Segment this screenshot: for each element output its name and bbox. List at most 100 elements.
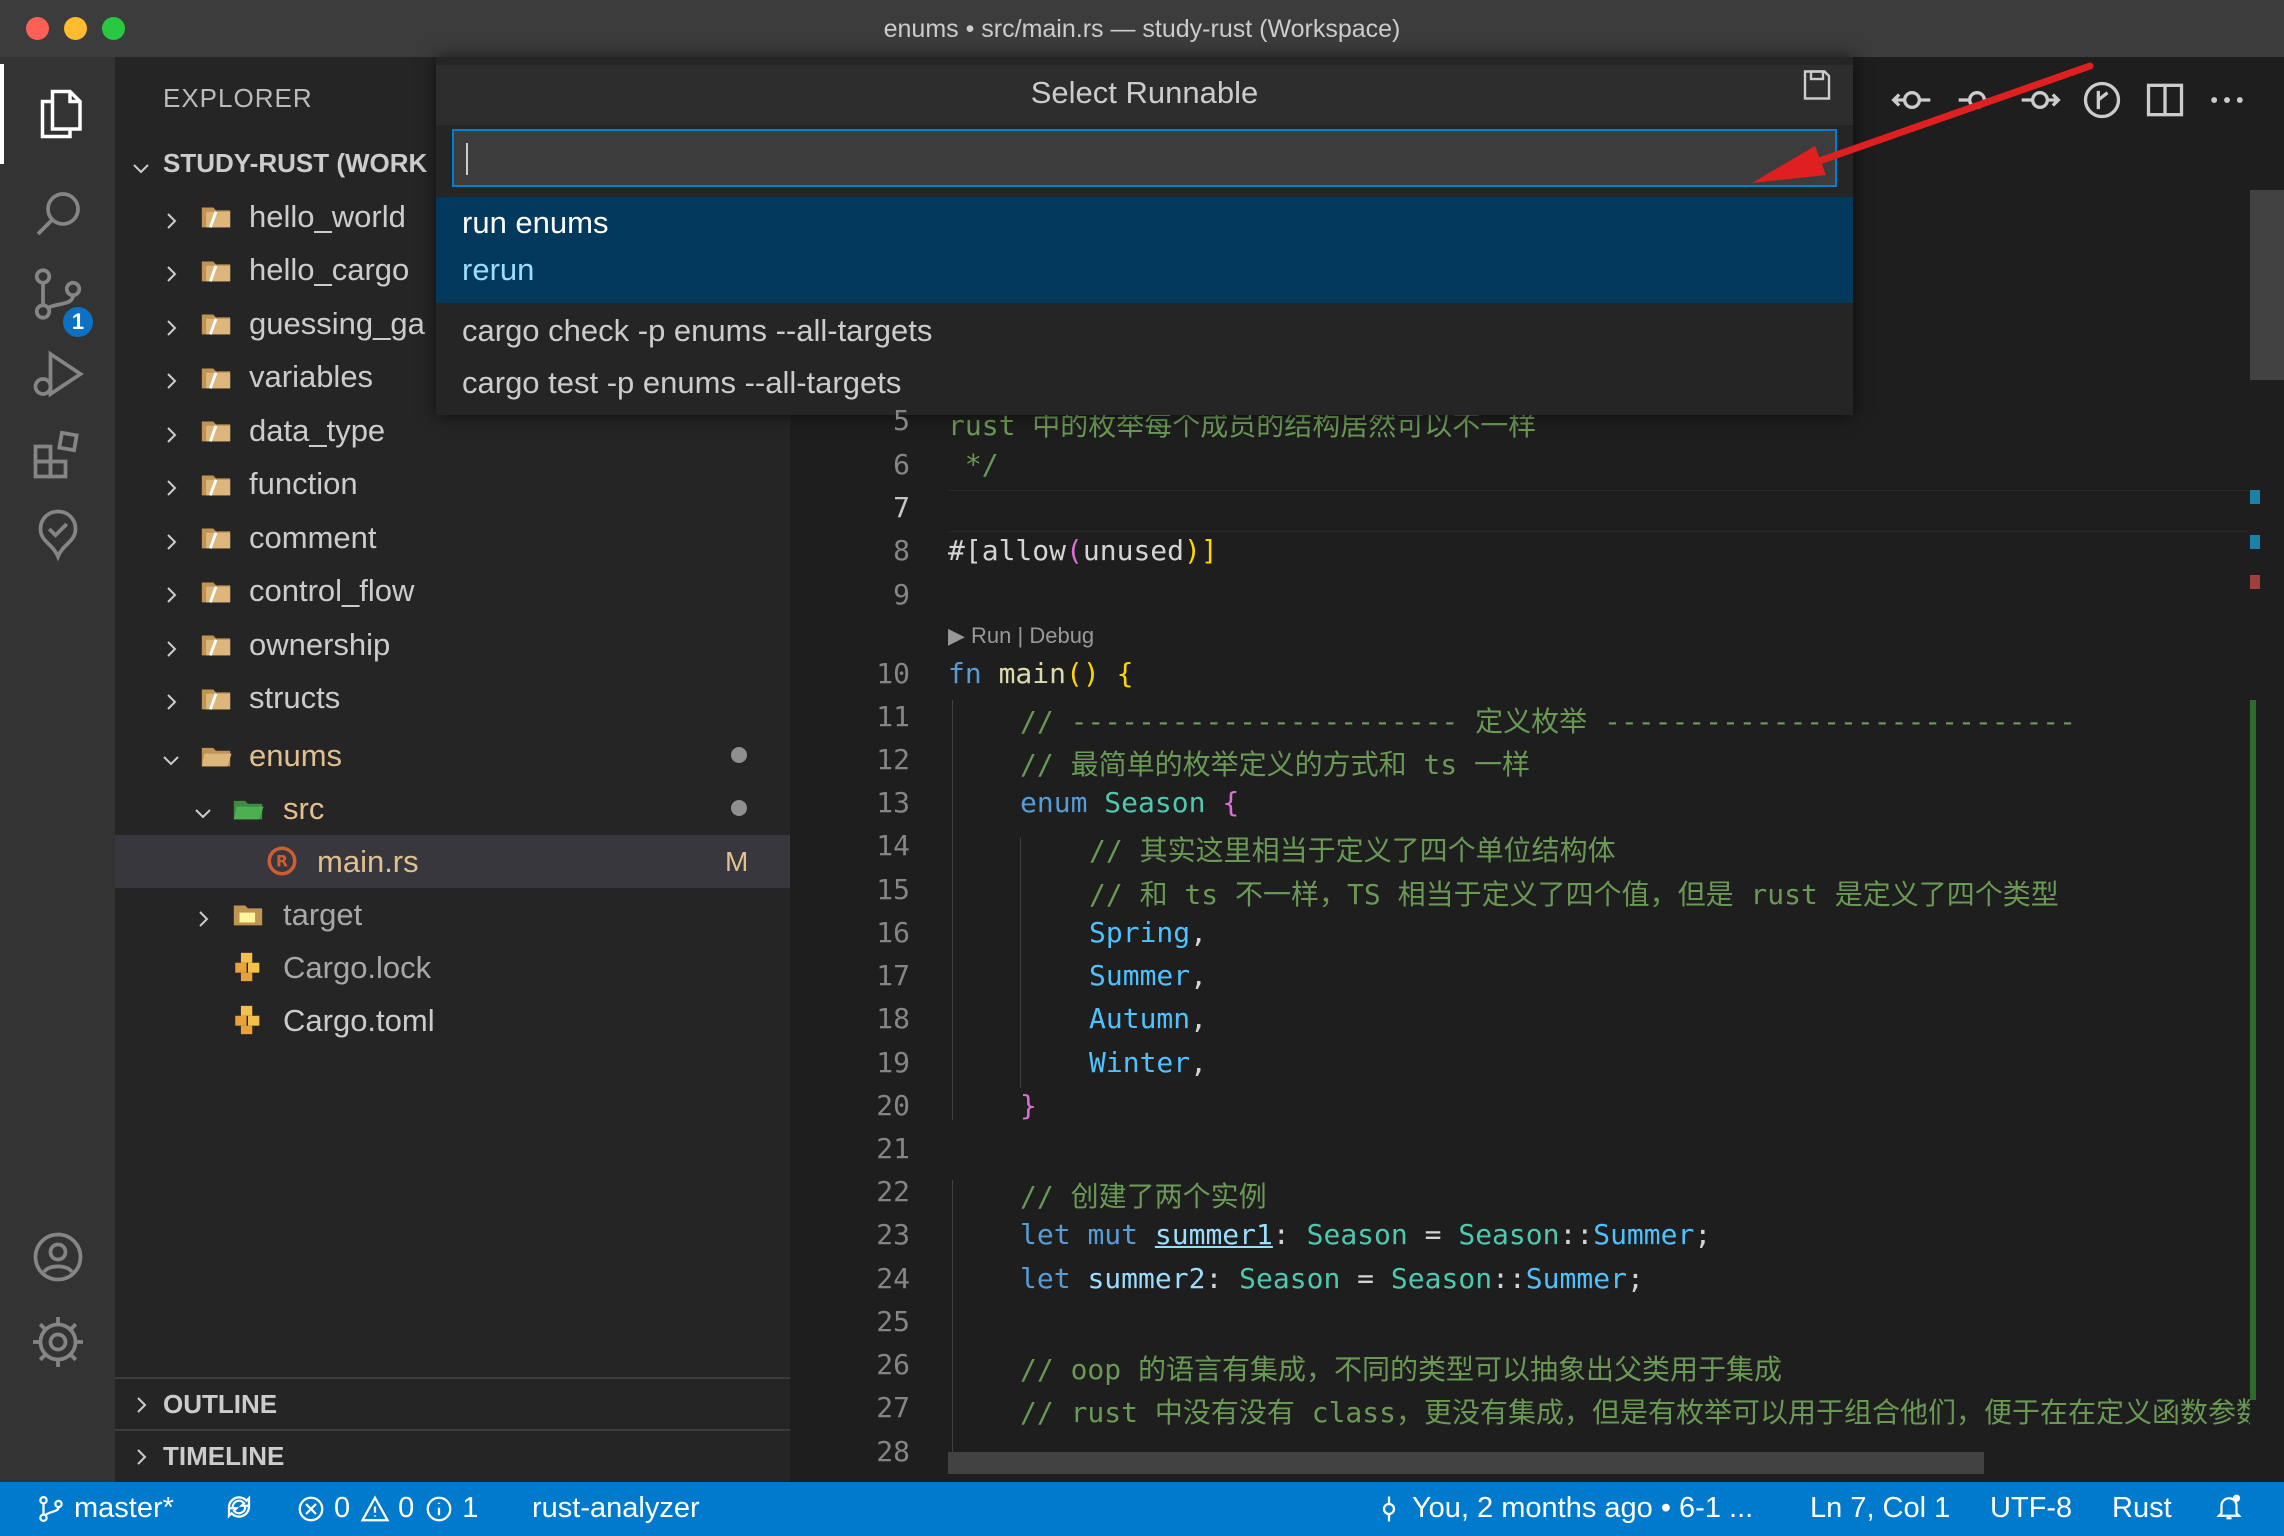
quick-pick-item-label[interactable]: run enums [462, 205, 608, 241]
tree-file-cargo-lock[interactable]: Cargo.lock [115, 941, 790, 994]
line-number: 25 [876, 1305, 910, 1338]
tree-folder-comment[interactable]: comment [115, 511, 790, 564]
line-number: 28 [876, 1435, 910, 1468]
tree-label: target [283, 896, 363, 932]
code-line-18: Autumn, [1089, 1002, 1208, 1035]
save-icon[interactable] [1799, 67, 1835, 103]
tree-folder-control-flow[interactable]: control_flow [115, 565, 790, 618]
code-line-17: Summer, [1089, 959, 1208, 992]
tree-folder-src[interactable]: src [115, 782, 790, 835]
git-branch-icon [39, 1495, 63, 1522]
chevron-right-icon [159, 472, 183, 496]
info-icon [426, 1496, 452, 1521]
line-number: 23 [876, 1218, 910, 1251]
sync-status[interactable] [224, 1492, 262, 1522]
git-commit-prev-icon[interactable] [1890, 78, 1934, 122]
overview-mark [2250, 535, 2260, 549]
timeline-label: TIMELINE [163, 1440, 285, 1471]
git-commit-next-icon[interactable] [2018, 78, 2062, 122]
tree-label: src [283, 790, 325, 826]
folder-open-icon [199, 738, 233, 772]
git-commit-icon[interactable] [1955, 78, 1999, 122]
split-editor-icon[interactable] [2143, 78, 2187, 122]
quick-pick-item-selected[interactable] [436, 197, 1853, 303]
folder-icon [199, 627, 233, 661]
overview-mark [2250, 490, 2260, 504]
run-debug-codelens[interactable]: ▶ Run | Debug [948, 623, 1094, 649]
git-lens-icon[interactable] [2080, 78, 2124, 122]
notifications-button[interactable] [2214, 1492, 2252, 1522]
problems-status[interactable]: 0 0 1 [296, 1492, 478, 1525]
code-line-14: // 其实这里相当于定义了四个单位结构体 [1089, 834, 1616, 867]
text-caret [466, 143, 468, 175]
quick-pick-input[interactable] [452, 129, 1837, 187]
git-blame-status[interactable]: You, 2 months ago • 6-1 ... [1374, 1492, 1753, 1525]
folder-icon [199, 199, 233, 233]
indent-guide [952, 1180, 953, 1460]
branch-status[interactable]: master* [36, 1492, 174, 1525]
select-runnable-quick-pick: Select Runnable run enums rerun cargo ch… [436, 57, 1853, 415]
status-bar: master* 0 0 1 rust-analyzer You, 2 month… [0, 1482, 2284, 1536]
line-number: 15 [876, 873, 910, 906]
overview-git-added [2250, 700, 2256, 1400]
tree-label: ownership [249, 626, 391, 662]
line-number: 7 [893, 491, 910, 524]
tree-folder-structs[interactable]: structs [115, 672, 790, 725]
line-number: 18 [876, 1002, 910, 1035]
line-number: 14 [876, 829, 910, 862]
tree-folder-target[interactable]: target [115, 888, 790, 941]
chevron-down-icon [191, 797, 215, 821]
code-line-15: // 和 ts 不一样，TS 相当于定义了四个值，但是 rust 是定义了四个类… [1089, 878, 2059, 911]
line-number: 9 [893, 578, 910, 611]
title-bar: enums • src/main.rs — study-rust (Worksp… [0, 0, 2284, 57]
modified-dot [731, 747, 747, 763]
code-line-22: // 创建了两个实例 [1020, 1180, 1267, 1213]
horizontal-scrollbar-thumb[interactable] [948, 1452, 1984, 1474]
explorer-activity[interactable] [0, 64, 115, 164]
run-debug-icon [33, 350, 84, 398]
chevron-right-icon [159, 205, 183, 229]
indent-guide [1020, 838, 1021, 1088]
line-number: 16 [876, 916, 910, 949]
folder-icon [199, 253, 233, 287]
tree-file-cargo-toml[interactable]: Cargo.toml [115, 994, 790, 1047]
outline-section[interactable]: OUTLINE [115, 1377, 790, 1429]
timeline-section[interactable]: TIMELINE [115, 1429, 790, 1481]
line-number: 10 [876, 657, 910, 690]
language-mode[interactable]: Rust [2112, 1492, 2172, 1525]
chevron-right-icon [159, 633, 183, 657]
cursor-position[interactable]: Ln 7, Col 1 [1810, 1492, 1950, 1525]
tree-label: function [249, 466, 358, 501]
vertical-scrollbar-thumb[interactable] [2250, 190, 2284, 380]
tree-label: guessing_ga [249, 305, 425, 341]
line-number: 24 [876, 1262, 910, 1295]
folder-icon [199, 520, 233, 554]
chevron-right-icon [159, 419, 183, 443]
tree-label: variables [249, 359, 374, 394]
testing-activity[interactable] [0, 484, 115, 584]
folder-icon [199, 467, 233, 501]
chevron-right-icon [129, 1445, 153, 1469]
code-line-23: let mut summer1: Season = Season::Summer… [1020, 1218, 1712, 1251]
line-number: 6 [893, 448, 910, 481]
code-line-12: // 最简单的枚举定义的方式和 ts 一样 [1020, 748, 1531, 781]
line-number: 13 [876, 786, 910, 819]
tree-folder-ownership[interactable]: ownership [115, 618, 790, 671]
explorer-title: EXPLORER [163, 83, 313, 113]
chevron-right-icon [129, 1393, 153, 1417]
account-icon [33, 1232, 82, 1282]
folder-icon [199, 413, 233, 447]
line-number: 26 [876, 1348, 910, 1381]
folder-target-icon [231, 897, 265, 931]
quick-pick-item[interactable]: cargo check -p enums --all-targets [462, 313, 932, 349]
tree-file-main-rs[interactable]: R main.rs M [115, 835, 790, 888]
line-number: 5 [893, 404, 910, 437]
encoding-status[interactable]: UTF-8 [1990, 1492, 2072, 1525]
tree-folder-enums[interactable]: enums [115, 729, 790, 782]
code-line-26: // oop 的语言有集成，不同的类型可以抽象出父类用于集成 [1020, 1353, 1783, 1386]
more-actions-icon[interactable] [2205, 78, 2249, 122]
manage-activity[interactable] [0, 1292, 115, 1392]
rust-analyzer-status[interactable]: rust-analyzer [532, 1492, 700, 1525]
quick-pick-item[interactable]: cargo test -p enums --all-targets [462, 365, 901, 401]
tree-folder-function[interactable]: function [115, 458, 790, 511]
